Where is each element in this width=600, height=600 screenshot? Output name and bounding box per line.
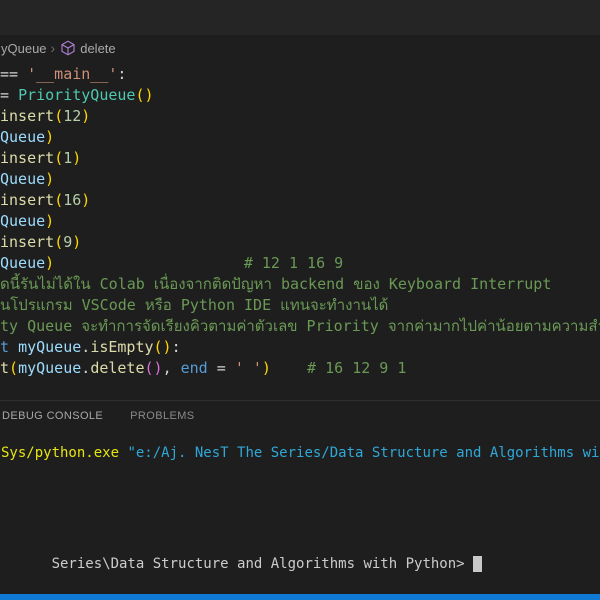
code-token: delete <box>90 359 144 377</box>
code-token: # 12 1 16 9 <box>54 254 343 272</box>
code-token: ( <box>54 107 63 125</box>
code-line[interactable]: insert(12) <box>0 106 600 127</box>
code-line[interactable]: นโปรแกรม VSCode หรือ Python IDE แทนจะทำง… <box>0 295 600 316</box>
code-token: 9 <box>63 233 72 251</box>
code-token: : <box>172 338 181 356</box>
code-token: . <box>81 338 90 356</box>
code-token: insert <box>0 233 54 251</box>
code-token: ) <box>81 107 90 125</box>
vscode-window: yQueue › delete == '__main__':= Priority… <box>0 0 600 600</box>
code-token: myQueue <box>18 359 81 377</box>
chevron-right-icon: › <box>51 40 56 56</box>
terminal-cursor <box>473 556 482 572</box>
code-line[interactable]: insert(1) <box>0 148 600 169</box>
code-token: end <box>181 359 208 377</box>
code-token: insert <box>0 149 54 167</box>
code-token: myQueue <box>18 338 81 356</box>
code-token: = <box>208 359 235 377</box>
editor-pane: yQueue › delete == '__main__':= Priority… <box>0 35 600 400</box>
code-token: () <box>145 359 163 377</box>
code-token: : <box>117 65 126 83</box>
code-token: Queue <box>0 128 45 146</box>
code-token: ดนี้รันไม่ได้ใน Colab เนื่องจากติดปัญหา … <box>0 275 551 293</box>
code-line[interactable]: t(myQueue.delete(), end = ' ') # 16 12 9… <box>0 358 600 379</box>
breadcrumb-parent[interactable]: yQueue <box>1 41 47 56</box>
code-line[interactable]: = PriorityQueue() <box>0 85 600 106</box>
code-token: 12 <box>63 107 81 125</box>
code-line[interactable]: ดนี้รันไม่ได้ใน Colab เนื่องจากติดปัญหา … <box>0 274 600 295</box>
code-token: ) <box>72 149 81 167</box>
code-token: ) <box>45 254 54 272</box>
symbol-method-cube-icon <box>60 40 76 56</box>
code-token: '__main__' <box>27 65 117 83</box>
code-token: 1 <box>63 149 72 167</box>
code-line[interactable]: ty Queue จะทำการจัดเรียงคิวตามค่าตัวเลข … <box>0 316 600 337</box>
breadcrumb[interactable]: yQueue › delete <box>0 35 600 61</box>
code-line[interactable]: Queue) # 12 1 16 9 <box>0 253 600 274</box>
code-token: isEmpty <box>90 338 153 356</box>
code-token: ) <box>45 128 54 146</box>
code-token: == <box>0 65 27 83</box>
editor-tab-bar[interactable] <box>0 0 600 35</box>
code-token: ( <box>54 191 63 209</box>
code-token: ) <box>45 212 54 230</box>
code-token: ) <box>262 359 271 377</box>
code-token: ' ' <box>235 359 262 377</box>
code-token: Queue <box>0 170 45 188</box>
code-token: ) <box>81 191 90 209</box>
code-line[interactable]: Queue) <box>0 169 600 190</box>
breadcrumb-symbol[interactable]: delete <box>80 41 115 56</box>
code-token: insert <box>0 191 54 209</box>
bottom-panel: DEBUG CONSOLE PROBLEMS Sys/python.exe "e:… <box>0 400 600 594</box>
code-token: ( <box>54 233 63 251</box>
code-token: Sys/python.exe <box>1 445 127 461</box>
code-token: . <box>81 359 90 377</box>
panel-tab-debug-console[interactable]: DEBUG CONSOLE <box>2 410 103 422</box>
code-token: t <box>0 338 9 356</box>
code-token: PriorityQueue <box>18 86 135 104</box>
code-line[interactable]: insert(9) <box>0 232 600 253</box>
panel-tab-problems[interactable]: PROBLEMS <box>130 410 194 422</box>
code-token: "e:/Aj. NesT The Series/Data Structure a… <box>127 445 599 461</box>
terminal-prompt-text: Series\Data Structure and Algorithms wit… <box>52 556 465 572</box>
terminal-prompt-line[interactable]: Series\Data Structure and Algorithms wit… <box>1 536 482 593</box>
code-token: = <box>0 86 18 104</box>
code-token: Queue <box>0 212 45 230</box>
code-token: ( <box>54 149 63 167</box>
code-line[interactable]: t myQueue.isEmpty(): <box>0 337 600 358</box>
terminal-command-line[interactable]: Sys/python.exe "e:/Aj. NesT The Series/D… <box>1 444 599 463</box>
code-token <box>9 338 18 356</box>
code-token: Queue <box>0 254 45 272</box>
code-token: นโปรแกรม VSCode หรือ Python IDE แทนจะทำง… <box>0 296 388 314</box>
status-bar[interactable] <box>0 594 600 600</box>
code-token: # 16 12 9 1 <box>271 359 406 377</box>
code-line[interactable]: == '__main__': <box>0 64 600 85</box>
code-area[interactable]: == '__main__':= PriorityQueue()insert(12… <box>0 61 600 379</box>
code-token: () <box>135 86 153 104</box>
code-line[interactable]: insert(16) <box>0 190 600 211</box>
code-line[interactable]: Queue) <box>0 211 600 232</box>
panel-tab-bar: DEBUG CONSOLE PROBLEMS <box>0 401 600 431</box>
code-token: insert <box>0 107 54 125</box>
code-token: ty Queue จะทำการจัดเรียงคิวตามค่าตัวเลข … <box>0 317 600 335</box>
code-line[interactable]: Queue) <box>0 127 600 148</box>
code-token: ) <box>45 170 54 188</box>
code-token: , <box>163 359 181 377</box>
code-token: () <box>154 338 172 356</box>
code-token: 16 <box>63 191 81 209</box>
code-token: ) <box>72 233 81 251</box>
code-token: t <box>0 359 9 377</box>
code-token: ( <box>9 359 18 377</box>
